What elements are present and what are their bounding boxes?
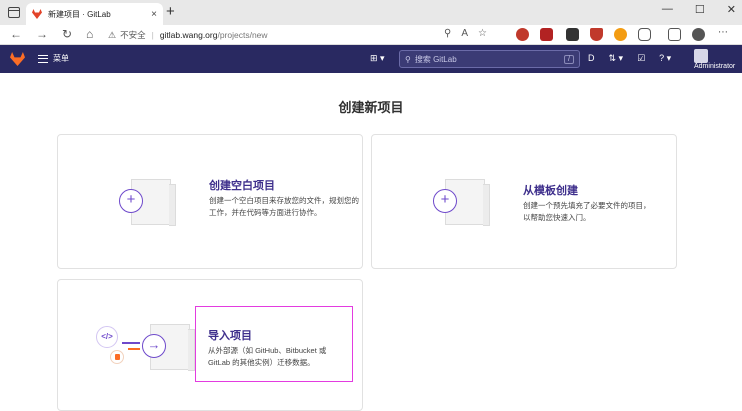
minimize-button[interactable]: — [662, 3, 673, 16]
url-host: gitlab.wang.org [159, 30, 218, 40]
search-icon: ⚲ [405, 54, 411, 64]
gitlab-navbar: 菜单 ⊞ ▾ ⚲ 搜索 GitLab / D ⇅ ▾ ☑ ? ▾ Adminis… [0, 45, 742, 73]
tab-close-icon[interactable]: × [151, 9, 157, 20]
extension-icon[interactable] [566, 28, 579, 41]
issues-icon[interactable]: D [588, 53, 595, 64]
reload-icon[interactable]: ↻ [62, 27, 72, 41]
window-controls: — ☐ ✕ [662, 3, 736, 16]
warning-icon: ⚠ [108, 29, 117, 40]
close-window-button[interactable]: ✕ [727, 3, 736, 16]
tab-title: 新建项目 · GitLab [48, 9, 111, 19]
search-input[interactable]: ⚲ 搜索 GitLab / [399, 50, 580, 68]
extension-icon[interactable] [540, 28, 553, 41]
todos-icon[interactable]: ☑ [637, 53, 645, 64]
menu-label: 菜单 [53, 54, 69, 63]
home-icon[interactable]: ⌂ [86, 27, 93, 41]
extension-icon[interactable] [590, 28, 603, 41]
forward-icon[interactable]: → [36, 27, 48, 41]
collections-icon[interactable] [668, 28, 681, 41]
user-label: Administrator [694, 63, 736, 70]
gitlab-logo-icon[interactable] [10, 52, 25, 66]
plus-icon: + [433, 189, 457, 213]
avatar[interactable] [694, 49, 708, 63]
new-tab-button[interactable]: + [166, 3, 175, 20]
highlight-box [195, 306, 353, 382]
read-aloud-icon[interactable]: A [461, 28, 468, 39]
search-page-icon[interactable]: ⚲ [444, 28, 451, 39]
card-description: 创建一个空白项目来存放您的文件，规划您的工作，并在代码等方面进行协作。 [209, 196, 359, 217]
url-path: /projects/new [217, 30, 268, 40]
extension-icon[interactable] [516, 28, 529, 41]
flow-line [128, 348, 140, 350]
gitlab-favicon-icon [32, 9, 42, 19]
maximize-button[interactable]: ☐ [695, 3, 705, 16]
card-title: 从模板创建 [523, 185, 578, 197]
flow-line [122, 342, 140, 344]
insecure-label: 不安全 [120, 30, 146, 40]
card-description: 创建一个预先填充了必要文件的项目，以帮助您快速入门。 [523, 201, 651, 222]
address-bar: ← → ↻ ⌂ ⚠ 不安全 | gitlab.wang.org /project… [0, 25, 742, 45]
create-from-template-card[interactable]: + 从模板创建 创建一个预先填充了必要文件的项目，以帮助您快速入门。 [371, 134, 677, 269]
search-shortcut-badge: / [564, 54, 574, 64]
browser-tab-active[interactable]: 新建项目 · GitLab × [26, 3, 163, 25]
profile-icon[interactable] [692, 28, 705, 41]
url-separator: | [151, 30, 154, 40]
favorite-star-icon[interactable]: ☆ [478, 28, 487, 39]
plus-icon: + [119, 189, 143, 213]
create-blank-project-card[interactable]: + 创建空白项目 创建一个空白项目来存放您的文件，规划您的工作，并在代码等方面进… [57, 134, 363, 269]
card-title: 创建空白项目 [209, 180, 275, 192]
menu-button[interactable]: 菜单 [38, 53, 69, 64]
arrow-right-icon: → [142, 334, 166, 358]
nav-icon-group: D ⇅ ▾ ☑ ? ▾ [588, 53, 671, 64]
browser-tabstrip: 新建项目 · GitLab × + — ☐ ✕ [0, 0, 742, 25]
search-placeholder: 搜索 GitLab [414, 54, 457, 64]
address-actions: ⚲ A ☆ [444, 28, 487, 39]
hamburger-icon [38, 54, 48, 63]
help-icon[interactable]: ? ▾ [659, 53, 671, 64]
extension-icon[interactable] [638, 28, 651, 41]
more-icon[interactable]: ⋯ [718, 28, 731, 41]
window-menu-icon[interactable] [8, 7, 20, 18]
back-icon[interactable]: ← [10, 27, 22, 41]
page-title: 创建新项目 [338, 100, 404, 115]
extension-icon[interactable] [614, 28, 627, 41]
new-dropdown-button[interactable]: ⊞ ▾ [370, 53, 385, 64]
merge-requests-icon[interactable]: ⇅ ▾ [609, 53, 624, 64]
code-icon: </> [96, 326, 118, 348]
gitlab-source-icon [110, 350, 124, 364]
